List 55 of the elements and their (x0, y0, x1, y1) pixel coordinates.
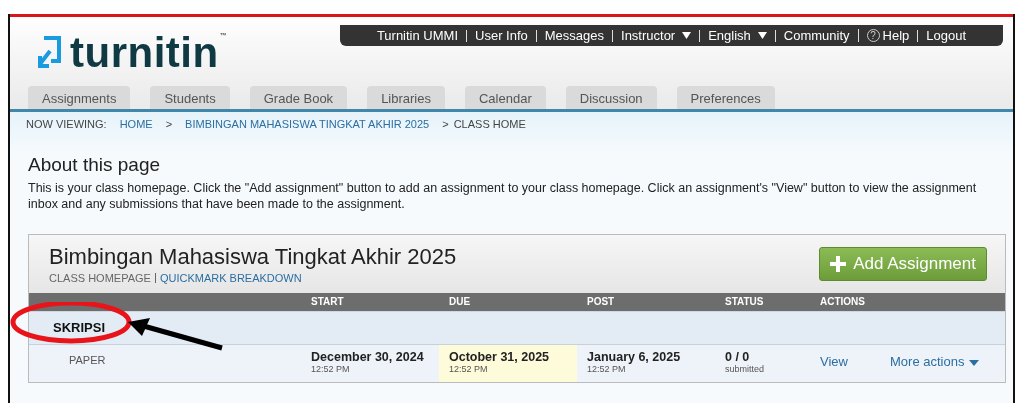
status-note: submitted (725, 364, 766, 374)
nav-dropdown[interactable]: English (699, 29, 775, 42)
nav-link-text: Logout (926, 29, 967, 42)
date-text: December 30, 2024 (311, 350, 425, 364)
nav-link-text: Turnitin UMMI (376, 29, 458, 42)
plus-icon (830, 256, 847, 272)
time-text: 12:52 PM (449, 364, 489, 374)
nav-link[interactable]: Turnitin UMMI (368, 29, 466, 42)
nav-tab[interactable]: Discussion (565, 86, 657, 109)
dropdown-caret-icon (682, 32, 692, 39)
nav-tab[interactable]: Assignments (28, 86, 131, 109)
nav-link[interactable]: Messages (535, 29, 612, 42)
assignment-type: PAPER (29, 345, 301, 382)
assignment-group-name: SKRIPSI (29, 311, 1005, 345)
status-count: 0 / 0 (725, 350, 751, 364)
nav-link[interactable]: Community (774, 29, 858, 42)
column-header: STATUS (724, 295, 765, 309)
nav-link-text: Help (882, 29, 910, 42)
column-header: ACTIONS (819, 295, 866, 309)
date-text: October 31, 2025 (449, 350, 551, 364)
section-title: About this page (28, 154, 162, 176)
breadcrumb-separator: > (165, 118, 173, 130)
nav-link[interactable]: User Info (466, 29, 536, 42)
caret-icon (969, 359, 980, 366)
nav-link-text: English (708, 29, 751, 42)
breadcrumb-label: NOW VIEWING: (26, 118, 107, 130)
logo-text: turnitin (70, 32, 219, 74)
time-text: 12:52 PM (587, 364, 627, 374)
nav-tab[interactable]: Libraries (367, 86, 445, 109)
breadcrumb-current: CLASS HOME (453, 118, 526, 130)
time-text: 12:52 PM (311, 364, 351, 374)
class-title: Bimbingan Mahasiswa Tingkat Akhir 2025 (49, 244, 457, 270)
nav-link-text: User Info (475, 29, 528, 42)
class-homepage-label: CLASS HOMEPAGE (49, 272, 151, 284)
nav-tab[interactable]: Grade Book (249, 86, 348, 109)
date-text: January 6, 2025 (587, 350, 682, 364)
nav-link-text: Community (783, 29, 850, 42)
breadcrumb-separator: > (442, 118, 449, 130)
nav-link-text: Instructor (621, 29, 676, 42)
nav-link-text: Messages (544, 29, 604, 42)
column-header: START (310, 295, 345, 309)
nav-dropdown[interactable]: Instructor (612, 29, 700, 42)
nav-tab[interactable]: Calendar (465, 86, 546, 109)
breadcrumb-link[interactable]: HOME (111, 118, 161, 130)
view-link[interactable]: View (820, 354, 848, 369)
dropdown-caret-icon (757, 32, 767, 39)
breadcrumb-link[interactable]: BIMBINGAN MAHASISWA TINGKAT AKHIR 2025 (177, 118, 438, 130)
column-header: POST (586, 295, 616, 309)
quickmark-link[interactable]: QUICKMARK BREAKDOWN (154, 273, 302, 283)
column-header: DUE (448, 295, 472, 309)
description-text: This is your class homepage. Click the "Add assignment" button to add an assignment to your class homepage. Click an assignment's "View" button to view the assignment inbox and any submissions that have been made to the assignment. (28, 180, 978, 212)
nav-tab[interactable]: Students (150, 86, 230, 109)
nav-link[interactable]: Logout (917, 29, 975, 42)
nav-tab[interactable]: Preferences (676, 86, 775, 109)
nav-link[interactable]: ? Help (857, 29, 918, 42)
